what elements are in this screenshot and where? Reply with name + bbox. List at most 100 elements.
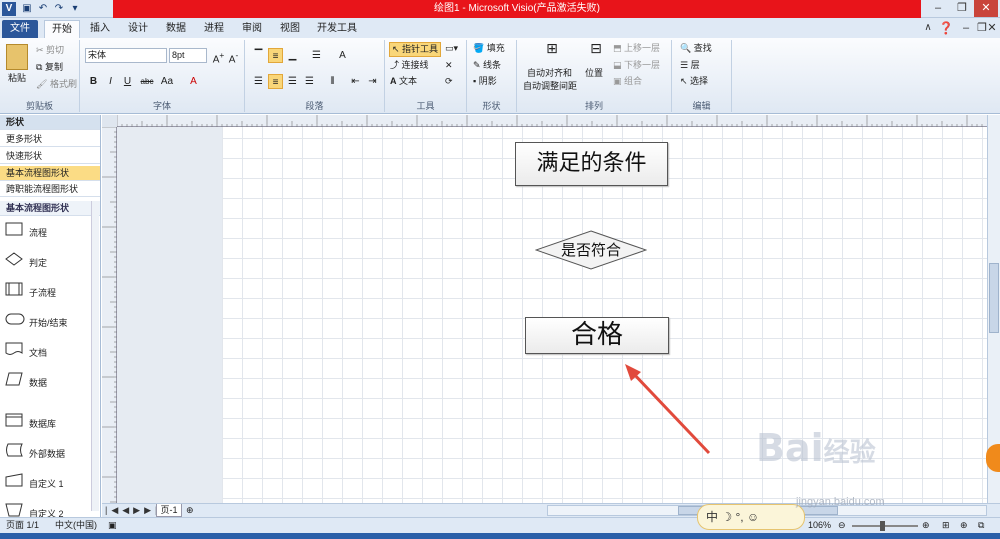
fill-button[interactable]: 🪣 填充 bbox=[473, 42, 505, 55]
font-color-icon[interactable]: A bbox=[186, 74, 201, 89]
maximize-button[interactable]: ❐ bbox=[950, 0, 974, 17]
tab-developer[interactable]: 开发工具 bbox=[312, 20, 362, 38]
connection-point-icon[interactable]: ⟳ bbox=[445, 75, 453, 88]
shrink-font-icon[interactable]: A- bbox=[226, 48, 241, 65]
shape-external-data[interactable]: 外部数据 bbox=[0, 437, 90, 467]
qualified-box[interactable]: 合格 bbox=[525, 317, 669, 354]
zoom-out-icon[interactable]: ⊖ bbox=[838, 518, 846, 533]
insert-page-icon[interactable]: ⊕ bbox=[186, 505, 194, 516]
basic-flowchart-item[interactable]: 基本流程图形状 bbox=[0, 166, 100, 181]
decision-diamond[interactable]: 是否符合 bbox=[535, 230, 647, 270]
pan-zoom-icon[interactable]: ⊕ bbox=[960, 518, 968, 533]
group-button[interactable]: ▣ 组合 bbox=[613, 75, 642, 88]
line-button[interactable]: ✎ 线条 bbox=[473, 59, 501, 72]
font-name-select[interactable]: 宋体 bbox=[85, 48, 167, 63]
tab-insert[interactable]: 插入 bbox=[84, 20, 116, 38]
select-button[interactable]: ↖ 选择 bbox=[680, 75, 708, 88]
vertical-scroll-thumb[interactable] bbox=[989, 263, 999, 333]
paste-icon[interactable] bbox=[6, 44, 28, 70]
connector-tool-button[interactable]: ⤴ 连接线 bbox=[390, 59, 429, 72]
rectangle-tool-icon[interactable]: ▭▾ bbox=[445, 42, 458, 55]
decrease-indent-icon[interactable]: ⇤ bbox=[348, 74, 363, 89]
shape-data-label: 数据 bbox=[29, 378, 48, 388]
minimize-button[interactable]: – bbox=[926, 0, 950, 17]
align-top-icon[interactable]: ▔ bbox=[251, 48, 266, 63]
align-center-icon[interactable]: ≡ bbox=[268, 74, 283, 89]
shape-start-end[interactable]: 开始/结束 bbox=[0, 306, 90, 336]
tools-group-label: 工具 bbox=[416, 101, 435, 111]
save-icon[interactable]: ▣ bbox=[20, 2, 34, 16]
fit-page-icon[interactable]: ⊞ bbox=[942, 518, 950, 533]
macro-record-icon[interactable]: ▣ bbox=[108, 518, 117, 533]
send-backward-button[interactable]: ⬓ 下移一层 bbox=[613, 59, 660, 72]
bold-button[interactable]: B bbox=[86, 74, 101, 89]
copy-button[interactable]: ⧉ 复制 bbox=[36, 61, 63, 74]
document-shape-icon bbox=[5, 342, 23, 355]
undo-icon[interactable]: ↶ bbox=[36, 2, 50, 16]
shape-decision[interactable]: 判定 bbox=[0, 246, 90, 276]
auto-align-icon[interactable]: ⊞ bbox=[537, 41, 567, 64]
find-button[interactable]: 🔍 查找 bbox=[680, 42, 712, 55]
zoom-slider[interactable] bbox=[852, 525, 918, 527]
doc-close-button[interactable]: ✕ bbox=[984, 20, 1000, 37]
shadow-button[interactable]: ▪ 阴影 bbox=[473, 75, 497, 88]
text-direction-icon[interactable]: A bbox=[335, 48, 350, 63]
tab-view[interactable]: 视图 bbox=[274, 20, 306, 38]
more-shapes-item[interactable]: 更多形状 bbox=[0, 132, 100, 147]
align-middle-icon[interactable]: ≡ bbox=[268, 48, 283, 63]
tab-file[interactable]: 文件 bbox=[2, 20, 38, 38]
font-size-select[interactable]: 8pt bbox=[169, 48, 207, 63]
tab-home[interactable]: 开始 bbox=[44, 20, 80, 38]
paste-button[interactable]: 粘贴 bbox=[8, 72, 26, 85]
side-float-button[interactable] bbox=[986, 444, 1000, 472]
position-icon[interactable]: ⊟ bbox=[585, 41, 607, 64]
shape-custom-1[interactable]: 自定义 1 bbox=[0, 467, 90, 497]
find-label: 查找 bbox=[693, 43, 712, 53]
justify-icon[interactable]: ☰ bbox=[302, 74, 317, 89]
tab-data[interactable]: 数据 bbox=[160, 20, 192, 38]
format-painter-button[interactable]: 🖌 格式刷 bbox=[36, 78, 77, 91]
shape-subprocess[interactable]: 子流程 bbox=[0, 276, 90, 306]
position-button[interactable]: 位置 bbox=[585, 67, 603, 80]
shape-process[interactable]: 流程 bbox=[0, 216, 90, 246]
tab-review[interactable]: 审阅 bbox=[236, 20, 268, 38]
align-left-icon[interactable]: ☰ bbox=[251, 74, 266, 89]
cut-button[interactable]: ✂ 剪切 bbox=[36, 44, 64, 57]
ime-toolbar[interactable]: 中 ☽ °, ☺ bbox=[697, 504, 805, 530]
underline-button[interactable]: U bbox=[120, 74, 135, 89]
increase-indent-icon[interactable]: ⇥ bbox=[365, 74, 380, 89]
close-button[interactable]: ✕ bbox=[974, 0, 998, 17]
strikethrough-button[interactable]: abc bbox=[138, 74, 156, 89]
text-tool-button[interactable]: A 文本 bbox=[390, 75, 417, 88]
align-bottom-icon[interactable]: ▁ bbox=[285, 48, 300, 63]
align-right-icon[interactable]: ☰ bbox=[285, 74, 300, 89]
redo-icon[interactable]: ↷ bbox=[52, 2, 66, 16]
shape-document[interactable]: 文档 bbox=[0, 336, 90, 366]
pointer-tool-button[interactable]: ↖ 指针工具 bbox=[389, 42, 442, 57]
auto-align-button[interactable]: 自动对齐和 bbox=[527, 67, 572, 80]
zoom-slider-thumb[interactable] bbox=[880, 521, 885, 531]
bring-forward-button[interactable]: ⬒ 上移一层 bbox=[613, 42, 660, 55]
switch-windows-icon[interactable]: ⧉ bbox=[978, 518, 984, 533]
customize-toolbar-icon[interactable]: ▾ bbox=[68, 2, 82, 16]
quick-shapes-item[interactable]: 快速形状 bbox=[0, 149, 100, 164]
shapes-scrollbar[interactable] bbox=[91, 201, 99, 511]
bullets-icon[interactable]: ☰ bbox=[309, 48, 324, 63]
database-shape-icon bbox=[5, 413, 23, 427]
close-tool-icon[interactable]: ✕ bbox=[445, 59, 453, 72]
zoom-in-icon[interactable]: ⊕ bbox=[922, 518, 930, 533]
shape-database[interactable]: 数据库 bbox=[0, 407, 90, 437]
italic-button[interactable]: I bbox=[103, 74, 118, 89]
zoom-level[interactable]: 106% bbox=[808, 518, 831, 533]
tab-process[interactable]: 进程 bbox=[198, 20, 230, 38]
page-tab-1[interactable]: 页-1 bbox=[156, 504, 182, 517]
shape-data[interactable]: 数据 bbox=[0, 366, 90, 396]
tab-design[interactable]: 设计 bbox=[122, 20, 154, 38]
condition-box[interactable]: 满足的条件 bbox=[515, 142, 668, 186]
page-nav-arrows[interactable]: |◀◀▶▶| bbox=[105, 505, 161, 516]
grow-font-icon[interactable]: A+ bbox=[211, 48, 226, 65]
distribute-icon[interactable]: ⫴ bbox=[325, 74, 340, 89]
layer-button[interactable]: ☰ 层 bbox=[680, 59, 700, 72]
change-case-button[interactable]: Aa bbox=[158, 74, 176, 89]
cross-functional-item[interactable]: 跨职能流程图形状 bbox=[0, 182, 100, 197]
